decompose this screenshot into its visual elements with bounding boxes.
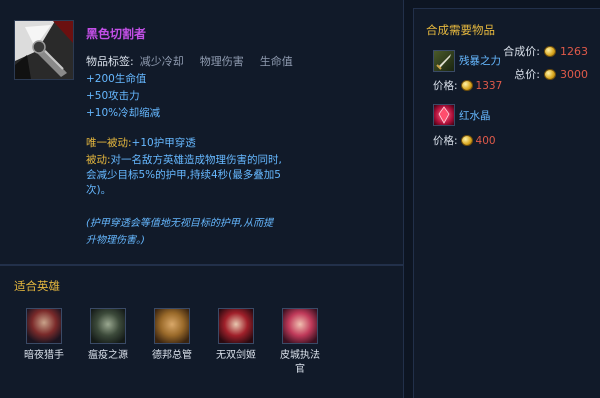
item-icon	[14, 20, 74, 80]
hero-name[interactable]: 暗夜猎手	[14, 349, 74, 363]
sword-icon	[436, 54, 451, 70]
hero-portrait[interactable]	[90, 308, 126, 344]
recipe-price-label: 价格:	[433, 135, 458, 147]
hero-name[interactable]: 瘟疫之源	[78, 349, 138, 363]
hero-card[interactable]: 德邦总管	[142, 308, 202, 363]
passive-text-line: 次)。	[86, 184, 112, 196]
hero-card[interactable]: 无双剑姬	[206, 308, 266, 363]
gold-coin-icon	[544, 68, 556, 80]
item-name: 黑色切割者	[86, 27, 147, 41]
hero-portrait[interactable]	[218, 308, 254, 344]
gold-coin-icon	[460, 80, 473, 91]
combine-price-value: 1263	[560, 44, 588, 58]
recipe-item-icon[interactable]	[433, 104, 455, 126]
note-line: (护甲穿透会等值地无视目标的护甲,从而提	[86, 218, 274, 229]
axe-icon	[15, 21, 73, 79]
hero-name[interactable]: 无双剑姬	[206, 349, 266, 363]
heroes-title: 适合英雄	[14, 279, 60, 293]
passive-line: 被动:对一名敌方英雄造成物理伤害的同时,	[86, 153, 282, 168]
gold-coin-icon	[544, 45, 556, 57]
tag-item[interactable]: 减少冷却	[140, 55, 184, 68]
recipe-item-price: 价格: 400	[433, 133, 496, 148]
recipe-item-name[interactable]: 残暴之力	[459, 53, 501, 68]
unique-passive-label: 唯一被动:	[86, 137, 132, 149]
passive-text-line: 会减少目标5%的护甲,持续4秒(最多叠加5	[86, 169, 281, 181]
passive-label: 被动:	[86, 154, 111, 166]
hero-portrait[interactable]	[282, 308, 318, 344]
crystal-icon	[438, 106, 450, 124]
passive-text: 对一名敌方英雄造成物理伤害的同时,	[110, 154, 282, 166]
combine-price-row: 合成价: 1263	[503, 43, 588, 59]
hero-name[interactable]: 皮城执法官	[270, 349, 330, 377]
total-price-row: 总价: 3000	[514, 66, 588, 82]
tag-item[interactable]: 物理伤害	[200, 55, 244, 68]
note-line: 升物理伤害。)	[86, 235, 145, 246]
recipe-item-name[interactable]: 红水晶	[459, 108, 491, 123]
hero-card[interactable]: 皮城执法官	[270, 308, 330, 377]
hero-card[interactable]: 暗夜猎手	[14, 308, 74, 363]
tags-label: 物品标签:	[86, 55, 134, 68]
hero-name[interactable]: 德邦总管	[142, 349, 202, 363]
unique-passive: 唯一被动:+10护甲穿透	[86, 136, 196, 151]
recipe-title: 合成需要物品	[426, 23, 495, 37]
recipe-price-label: 价格:	[433, 80, 458, 92]
total-price-label: 总价:	[514, 68, 540, 81]
recipe-item-icon[interactable]	[433, 50, 455, 72]
recipe-price-value: 400	[475, 134, 496, 147]
hero-card[interactable]: 瘟疫之源	[78, 308, 138, 363]
hero-portrait[interactable]	[154, 308, 190, 344]
item-note: (护甲穿透会等值地无视目标的护甲,从而提 升物理伤害。)	[86, 215, 306, 249]
total-price-value: 3000	[560, 67, 588, 81]
item-tags: 物品标签: 减少冷却 物理伤害 生命值	[86, 53, 303, 69]
unique-passive-text: +10护甲穿透	[131, 137, 196, 149]
recipe-price-value: 1337	[475, 79, 503, 92]
item-stat: +200生命值	[86, 73, 147, 85]
tag-item[interactable]: 生命值	[260, 55, 293, 68]
item-stat: +10%冷却缩减	[86, 107, 161, 119]
gold-coin-icon	[460, 135, 473, 146]
combine-price-label: 合成价:	[503, 45, 540, 58]
item-stat: +50攻击力	[86, 90, 140, 102]
hero-portrait[interactable]	[26, 308, 62, 344]
recipe-item-price: 价格: 1337	[433, 78, 502, 93]
